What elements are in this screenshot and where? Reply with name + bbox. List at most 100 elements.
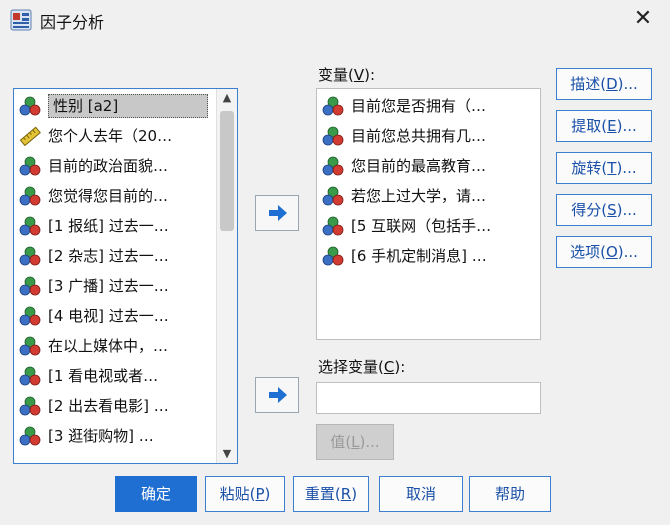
variable-label: 您目前的最高教育… [351,157,487,175]
scores-mnemonic: S [607,201,617,219]
descriptives-button[interactable]: 描述(D)... [556,68,652,100]
source-variable-item[interactable]: [3 逛街购物] … [14,421,217,451]
source-variable-item[interactable]: [1 报纸] 过去一… [14,211,217,241]
scrollbar-thumb[interactable] [220,111,234,231]
nominal-variable-icon [19,276,41,296]
rotation-suffix: ... [622,159,637,177]
move-to-selection-variable-button[interactable] [255,377,299,413]
reset-button[interactable]: 重置(R) [293,476,369,512]
rotation-button-text: 旋转 [571,159,602,177]
source-variable-item[interactable]: 您觉得您目前的… [14,181,217,211]
nominal-variable-icon [19,306,41,326]
variable-label: [3 广播] 过去一… [48,277,169,295]
paste-button-text: 粘贴 [219,485,250,503]
selected-variable-item[interactable]: 目前您总共拥有几… [317,121,540,151]
nominal-variable-icon [19,96,41,116]
variable-label: [1 报纸] 过去一… [48,217,169,235]
nominal-variable-icon [19,156,41,176]
value-button: 值(L)... [316,424,394,460]
variable-label: 性别 [a2] [48,94,208,118]
options-suffix: ... [623,243,638,261]
reset-mnemonic: R [340,485,352,503]
nominal-variable-icon [19,216,41,236]
right-arrow-icon [269,387,287,403]
nominal-variable-icon [19,186,41,206]
spss-app-icon [10,9,32,31]
selected-variable-item[interactable]: 若您上过大学，请… [317,181,540,211]
nominal-variable-icon [322,126,344,146]
extraction-mnemonic: E [607,117,617,135]
paste-button[interactable]: 粘贴(P) [205,476,285,512]
paste-mnemonic: P [255,485,265,503]
source-variable-item[interactable]: [2 出去看电影] … [14,391,217,421]
scores-button-text: 得分 [571,201,602,219]
source-variable-item[interactable]: [3 广播] 过去一… [14,271,217,301]
selected-variable-item[interactable]: 目前您是否拥有（… [317,91,540,121]
scale-variable-icon [19,126,41,146]
selected-variable-item[interactable]: 您目前的最高教育… [317,151,540,181]
scroll-up-icon[interactable]: ▲ [217,89,237,107]
descriptives-button-text: 描述 [570,75,601,93]
nominal-variable-icon [322,246,344,266]
variable-label: [5 互联网（包括手… [351,217,492,235]
nominal-variable-icon [322,156,344,176]
selection-variable-field[interactable] [316,382,541,414]
variables-label-text: 变量 [318,66,349,84]
rotation-button[interactable]: 旋转(T)... [556,152,652,184]
options-mnemonic: O [605,243,618,261]
selection-variable-label: 选择变量(C): [318,358,406,376]
cancel-button[interactable]: 取消 [379,476,463,512]
nominal-variable-icon [19,336,41,356]
variable-label: 您觉得您目前的… [48,187,169,205]
variable-label: 目前您总共拥有几… [351,127,487,145]
move-to-variables-button[interactable] [255,195,299,231]
value-button-suffix: ... [365,433,380,451]
extraction-button-text: 提取 [571,117,602,135]
nominal-variable-icon [19,246,41,266]
variable-label: [3 逛街购物] … [48,427,154,445]
window-title: 因子分析 [40,13,105,32]
nominal-variable-icon [19,366,41,386]
variable-label: [2 杂志] 过去一… [48,247,169,265]
source-variable-list[interactable]: 性别 [a2] 您个人去年（20… 目前的政治面貌… 您觉得您目前的… [1 报纸] 过… [13,88,238,464]
selected-variable-item[interactable]: [5 互联网（包括手… [317,211,540,241]
options-button[interactable]: 选项(O)... [556,236,652,268]
scores-suffix: ... [622,201,637,219]
source-list-scrollbar[interactable]: ▲ ▼ [216,89,237,463]
options-button-text: 选项 [570,243,601,261]
variable-label: 目前您是否拥有（… [351,97,487,115]
source-variable-item[interactable]: [2 杂志] 过去一… [14,241,217,271]
source-variable-item[interactable]: 目前的政治面貌… [14,151,217,181]
nominal-variable-icon [19,426,41,446]
scroll-down-icon[interactable]: ▼ [217,445,237,463]
selection-variable-label-text: 选择变量 [318,358,379,376]
close-icon[interactable]: ✕ [630,6,656,32]
variable-label: [4 电视] 过去一… [48,307,169,325]
value-button-mnemonic: L [351,433,360,451]
source-variable-item[interactable]: [1 看电视或者… [14,361,217,391]
descriptives-suffix: ... [623,75,638,93]
variables-list[interactable]: 目前您是否拥有（… 目前您总共拥有几… 您目前的最高教育… 若您上过大学，请… [5 互… [316,88,541,340]
right-arrow-icon [269,205,287,221]
ok-button[interactable]: 确定 [115,476,197,512]
extraction-button[interactable]: 提取(E)... [556,110,652,142]
source-variable-item[interactable]: [4 电视] 过去一… [14,301,217,331]
source-variable-item[interactable]: 性别 [a2] [14,91,217,121]
title-bar: 因子分析 ✕ [0,0,670,40]
selection-variable-mnemonic: C [383,358,395,376]
variable-label: 您个人去年（20… [48,127,173,145]
nominal-variable-icon [322,96,344,116]
help-button[interactable]: 帮助 [469,476,551,512]
variable-label: 目前的政治面貌… [48,157,169,175]
selected-variable-item[interactable]: [6 手机定制消息] … [317,241,540,271]
variable-label: 若您上过大学，请… [351,187,487,205]
nominal-variable-icon [19,396,41,416]
source-variable-item[interactable]: 您个人去年（20… [14,121,217,151]
source-variable-item[interactable]: 在以上媒体中，… [14,331,217,361]
scores-button[interactable]: 得分(S)... [556,194,652,226]
extraction-suffix: ... [622,117,637,135]
nominal-variable-icon [322,216,344,236]
nominal-variable-icon [322,186,344,206]
variable-label: 在以上媒体中，… [48,337,169,355]
variable-label: [1 看电视或者… [48,367,159,385]
